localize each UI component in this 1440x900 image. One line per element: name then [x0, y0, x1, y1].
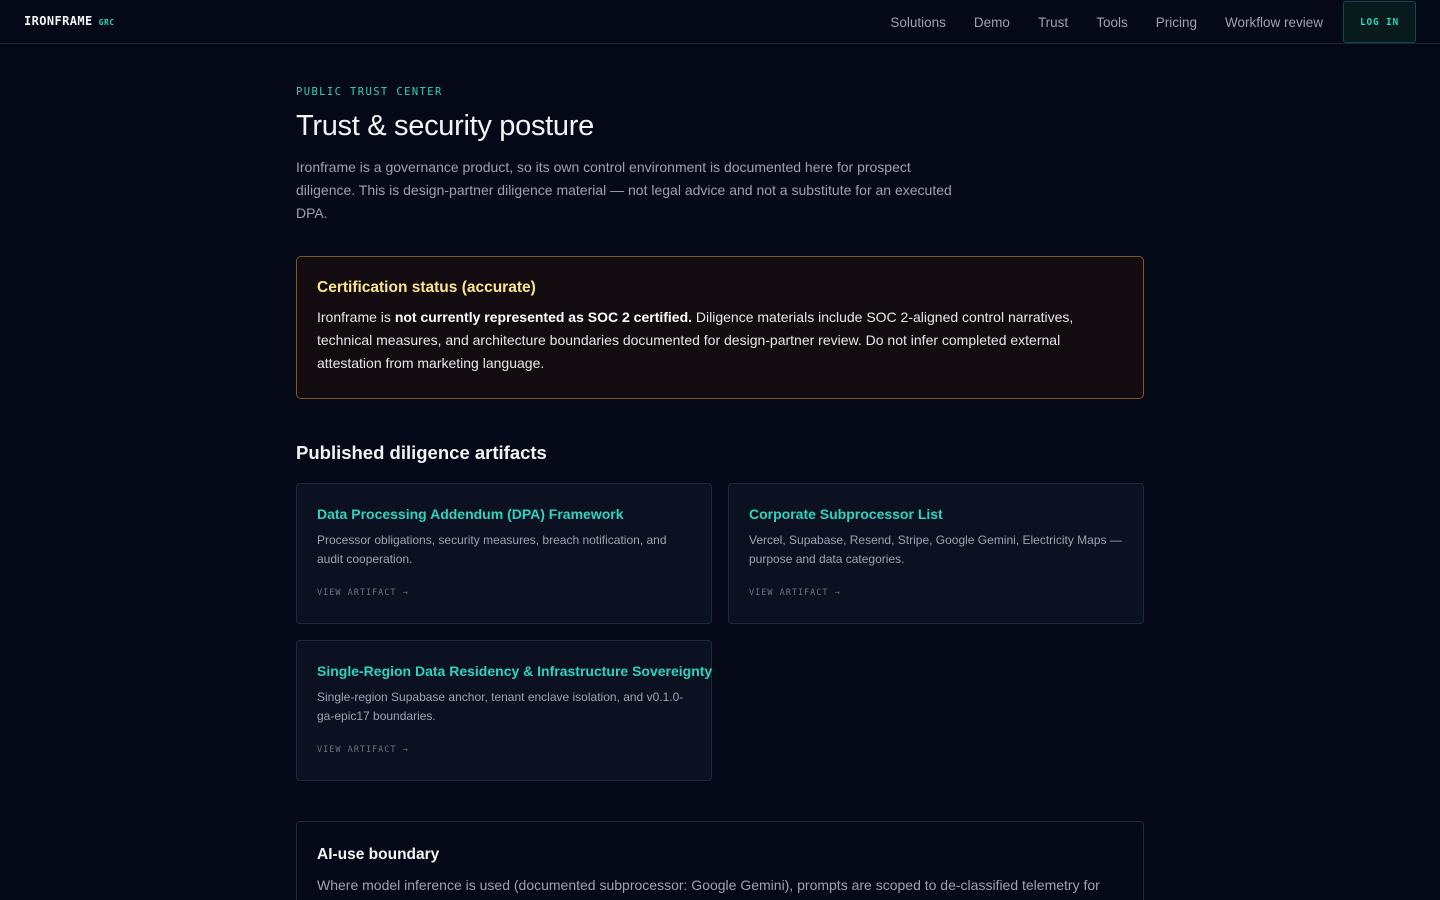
ai-use-boundary-panel: AI-use boundary Where model inference is… — [296, 821, 1144, 900]
nav-link-solutions[interactable]: Solutions — [890, 15, 946, 30]
artifact-card-description: Processor obligations, security measures… — [317, 533, 667, 566]
page-title: Trust & security posture — [296, 110, 594, 142]
brand-name: IRONFRAME — [24, 14, 93, 28]
artifact-card-subprocessors[interactable]: Corporate Subprocessor List Vercel, Supa… — [728, 483, 1144, 624]
nav-link-workflow-review[interactable]: Workflow review — [1225, 15, 1323, 30]
view-artifact-link[interactable]: VIEW ARTIFACT → — [317, 588, 409, 598]
nav-link-pricing[interactable]: Pricing — [1156, 15, 1197, 30]
nav-link-tools[interactable]: Tools — [1096, 15, 1128, 30]
nav-link-trust[interactable]: Trust — [1038, 15, 1068, 30]
page-eyebrow: PUBLIC TRUST CENTER — [296, 86, 443, 98]
nav-link-demo[interactable]: Demo — [974, 15, 1010, 30]
ai-boundary-title: AI-use boundary — [317, 846, 440, 863]
ai-boundary-body: Where model inference is used (documente… — [317, 877, 1100, 893]
view-artifact-link[interactable]: VIEW ARTIFACT → — [317, 745, 409, 755]
certification-status-callout: Certification status (accurate) Ironfram… — [296, 256, 1144, 399]
login-button[interactable]: LOG IN — [1343, 1, 1416, 43]
page-intro: Ironframe is a governance product, so it… — [296, 159, 952, 221]
artifact-card-title[interactable]: Corporate Subprocessor List — [749, 506, 1123, 522]
artifact-card-title[interactable]: Single-Region Data Residency & Infrastru… — [317, 663, 712, 679]
certification-title: Certification status (accurate) — [317, 279, 536, 296]
brand-logo[interactable]: IRONFRAME GRC — [24, 14, 115, 28]
artifact-card-description: Single-region Supabase anchor, tenant en… — [317, 690, 684, 723]
certification-body-emphasis: not currently represented as SOC 2 certi… — [394, 309, 693, 325]
artifacts-section-title: Published diligence artifacts — [296, 442, 547, 463]
nav-links: Solutions Demo Trust Tools Pricing Workf… — [890, 0, 1323, 44]
artifact-card-dpa[interactable]: Data Processing Addendum (DPA) Framework… — [296, 483, 712, 624]
view-artifact-link[interactable]: VIEW ARTIFACT → — [749, 588, 841, 598]
certification-body: Ironframe is not currently represented a… — [317, 306, 1123, 375]
artifact-card-data-residency[interactable]: Single-Region Data Residency & Infrastru… — [296, 640, 712, 781]
artifact-card-title[interactable]: Data Processing Addendum (DPA) Framework — [317, 506, 691, 522]
artifact-card-description: Vercel, Supabase, Resend, Stripe, Google… — [749, 533, 1122, 566]
certification-body-prefix: Ironframe is — [317, 309, 395, 325]
brand-tag: GRC — [98, 18, 115, 27]
top-navigation: IRONFRAME GRC Solutions Demo Trust Tools… — [0, 0, 1440, 44]
